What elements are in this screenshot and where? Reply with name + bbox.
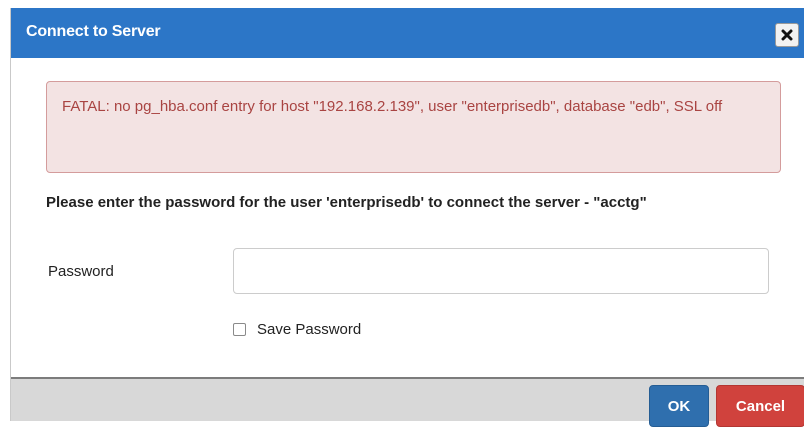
close-icon [781, 29, 793, 41]
close-button[interactable] [775, 23, 799, 47]
save-password-option[interactable]: Save Password [233, 321, 361, 338]
connect-dialog: Connect to Server FATAL: no pg_hba.conf … [10, 8, 804, 427]
dialog-title: Connect to Server [26, 23, 161, 40]
password-prompt: Please enter the password for the user '… [46, 194, 647, 211]
password-input[interactable] [233, 248, 769, 294]
password-label: Password [48, 263, 114, 280]
save-password-label: Save Password [257, 321, 362, 338]
dialog-footer: OK Cancel [11, 377, 804, 427]
dialog-titlebar[interactable]: Connect to Server [11, 8, 804, 58]
error-alert: FATAL: no pg_hba.conf entry for host "19… [46, 81, 781, 173]
save-password-checkbox[interactable] [233, 323, 246, 336]
